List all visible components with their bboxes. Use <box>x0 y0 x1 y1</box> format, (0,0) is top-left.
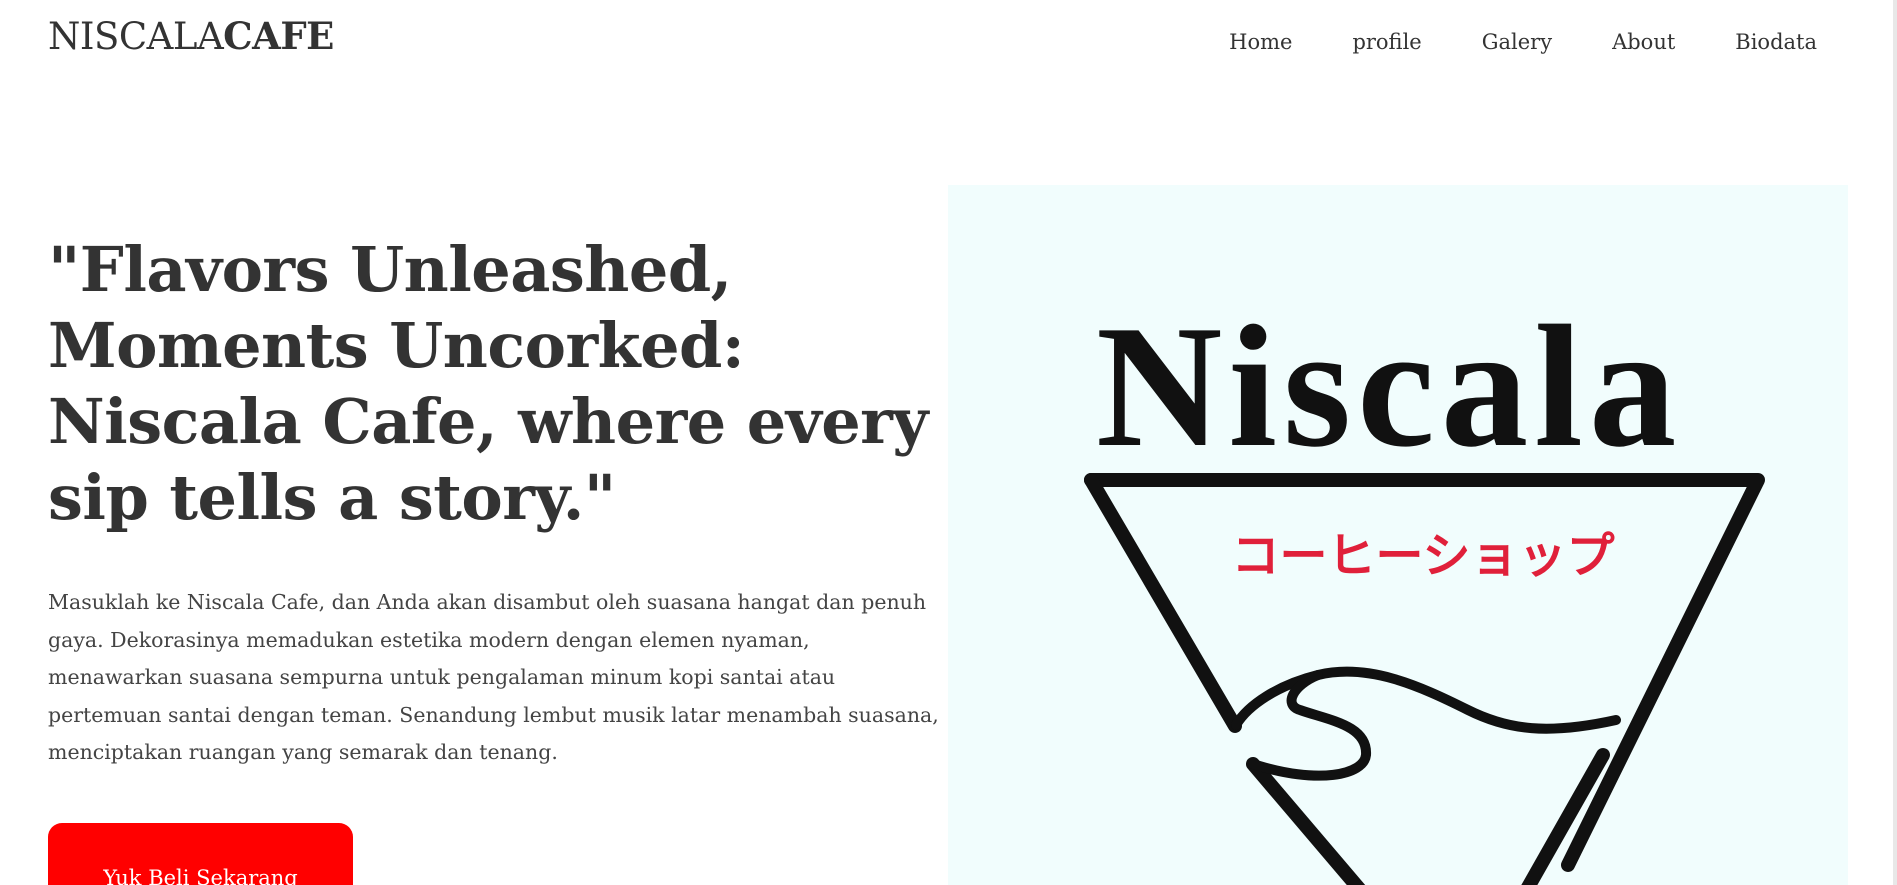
logo-subtitle: コーヒーショップ <box>1231 528 1614 584</box>
logo-triangle-lower-left <box>1246 757 1366 885</box>
nav-galery[interactable]: Galery <box>1482 28 1552 56</box>
brand-bold: CAFE <box>223 14 334 58</box>
niscala-logo-image: Niscala コーヒーショップ <box>948 185 1848 885</box>
logo-graphic: Niscala コーヒーショップ <box>1084 289 1765 885</box>
nav-biodata[interactable]: Biodata <box>1735 28 1817 56</box>
page-scrollbar[interactable] <box>1893 0 1897 885</box>
nav-home[interactable]: Home <box>1229 28 1292 56</box>
main-nav: Home profile Galery About Biodata <box>1169 28 1817 56</box>
brand-logo[interactable]: NISCALACAFE <box>48 14 334 58</box>
brand-light: NISCALA <box>48 15 224 58</box>
hero-description: Masuklah ke Niscala Cafe, dan Anda akan … <box>48 590 939 764</box>
hero-headline: "Flavors Unleashed, Moments Uncorked: Ni… <box>48 233 928 534</box>
buy-now-button[interactable]: Yuk Beli Sekarang <box>48 823 353 885</box>
logo-triangle-left <box>1084 473 1242 733</box>
nav-profile[interactable]: profile <box>1352 28 1421 56</box>
logo-wordmark: Niscala <box>1096 289 1682 483</box>
nav-about[interactable]: About <box>1612 28 1675 56</box>
